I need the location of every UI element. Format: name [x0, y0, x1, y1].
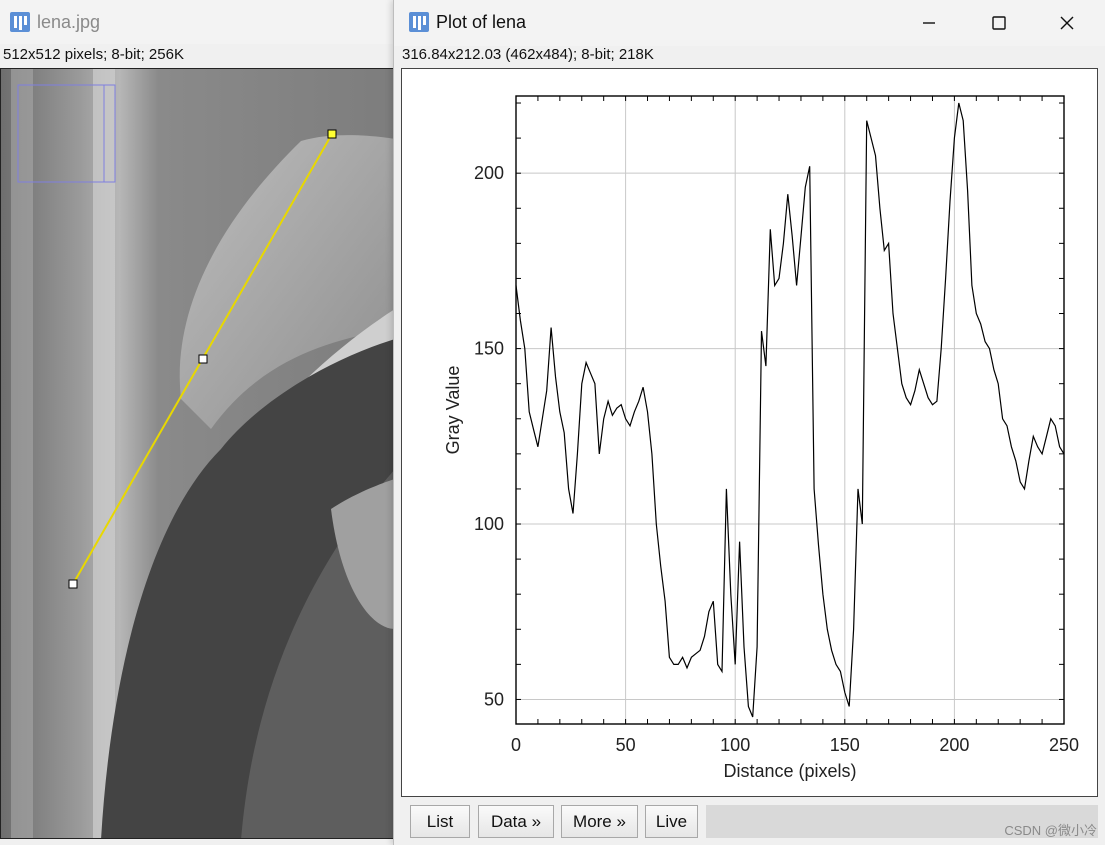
maximize-icon [992, 16, 1006, 30]
more-button[interactable]: More » [561, 805, 638, 838]
close-button[interactable] [1032, 0, 1102, 46]
window-title: Plot of lena [436, 12, 527, 32]
x-tick-label: 0 [511, 735, 521, 755]
data-button[interactable]: Data » [478, 805, 554, 838]
y-axis-label: Gray Value [443, 366, 463, 455]
x-tick-label: 100 [720, 735, 750, 755]
plot-frame [515, 95, 1065, 725]
plot-title-bar[interactable]: Plot of lena [394, 0, 1105, 46]
lena-image-window[interactable]: lena.jpg 512x512 pixels; 8-bit; 256K [0, 0, 398, 845]
x-tick-label: 250 [1049, 735, 1079, 755]
line-mid-handle[interactable] [198, 354, 208, 364]
plot-canvas[interactable]: 0 50 100 150 200 250 50 100 150 200 Distance (pixe… [401, 68, 1098, 797]
image-canvas[interactable] [0, 68, 394, 839]
live-button[interactable]: Live [645, 805, 698, 838]
lena-title-bar[interactable]: lena.jpg [0, 0, 398, 44]
minimize-icon [923, 22, 935, 24]
image-info: 512x512 pixels; 8-bit; 256K [3, 46, 184, 63]
line-end-handle[interactable] [327, 129, 337, 139]
window-title: lena.jpg [37, 12, 101, 32]
minimize-button[interactable] [894, 0, 964, 46]
y-tick-label: 200 [474, 163, 504, 183]
plot-info: 316.84x212.03 (462x484); 8-bit; 218K [402, 46, 654, 63]
background-pillar [93, 69, 115, 838]
maximize-button[interactable] [964, 0, 1034, 46]
close-icon [1060, 16, 1074, 30]
x-tick-label: 200 [939, 735, 969, 755]
x-tick-label: 150 [830, 735, 860, 755]
line-start-handle[interactable] [68, 579, 78, 589]
watermark: CSDN @微小冷 [1004, 823, 1097, 838]
plot-window[interactable]: Plot of lena 316.84x212.03 (462x484); 8-… [393, 0, 1105, 845]
imagej-icon [409, 12, 429, 32]
y-tick-label: 100 [474, 514, 504, 534]
profile-series-line [515, 102, 1065, 718]
x-tick-label: 50 [616, 735, 636, 755]
y-tick-label: 150 [474, 339, 504, 359]
list-button[interactable]: List [410, 805, 470, 838]
imagej-icon [10, 12, 30, 32]
background-pillar [11, 69, 33, 838]
profile-chart[interactable]: 0 50 100 150 200 250 50 100 150 200 Distance (pixe… [402, 69, 1097, 796]
y-tick-label: 50 [484, 689, 504, 709]
x-axis-label: Distance (pixels) [723, 761, 856, 781]
lena-photo[interactable] [1, 69, 394, 839]
